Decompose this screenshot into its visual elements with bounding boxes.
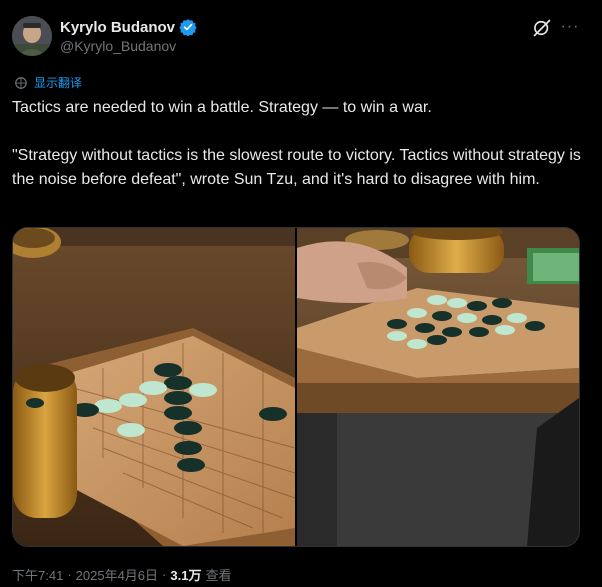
go-board-photo-right[interactable] [297,228,579,546]
tweet-meta: 下午7:41 · 2025年4月6日 · 3.1万 查看 [12,565,231,584]
tweet-text: Tactics are needed to win a battle. Stra… [12,96,582,192]
more-icon[interactable]: ··· [558,16,582,40]
avatar[interactable] [12,16,52,56]
author-handle[interactable]: @Kyrylo_Budanov [60,38,176,54]
tweet-time[interactable]: 下午7:41 [12,565,63,584]
author-display-name[interactable]: Kyrylo Budanov [60,19,175,36]
meta-separator: · [67,567,72,582]
grok-icon[interactable] [532,18,552,38]
translate-icon [14,76,28,90]
tweet-paragraph: "Strategy without tactics is the slowest… [12,147,581,188]
meta-separator: · [162,567,167,582]
show-translation-link[interactable]: 显示翻译 [14,74,82,91]
tweet-container: Kyrylo Budanov @Kyrylo_Budanov ··· 显示翻译 … [0,0,602,587]
tweet-date[interactable]: 2025年4月6日 [76,565,158,584]
views-label: 查看 [205,568,232,583]
translate-label: 显示翻译 [34,76,83,90]
views-count: 3.1万 [170,568,202,583]
tweet-paragraph: Tactics are needed to win a battle. Stra… [12,99,432,116]
media-grid [12,227,580,547]
go-board-photo-left[interactable] [13,228,295,546]
verified-badge-icon[interactable] [179,18,197,37]
author-name-row: Kyrylo Budanov [60,18,197,37]
